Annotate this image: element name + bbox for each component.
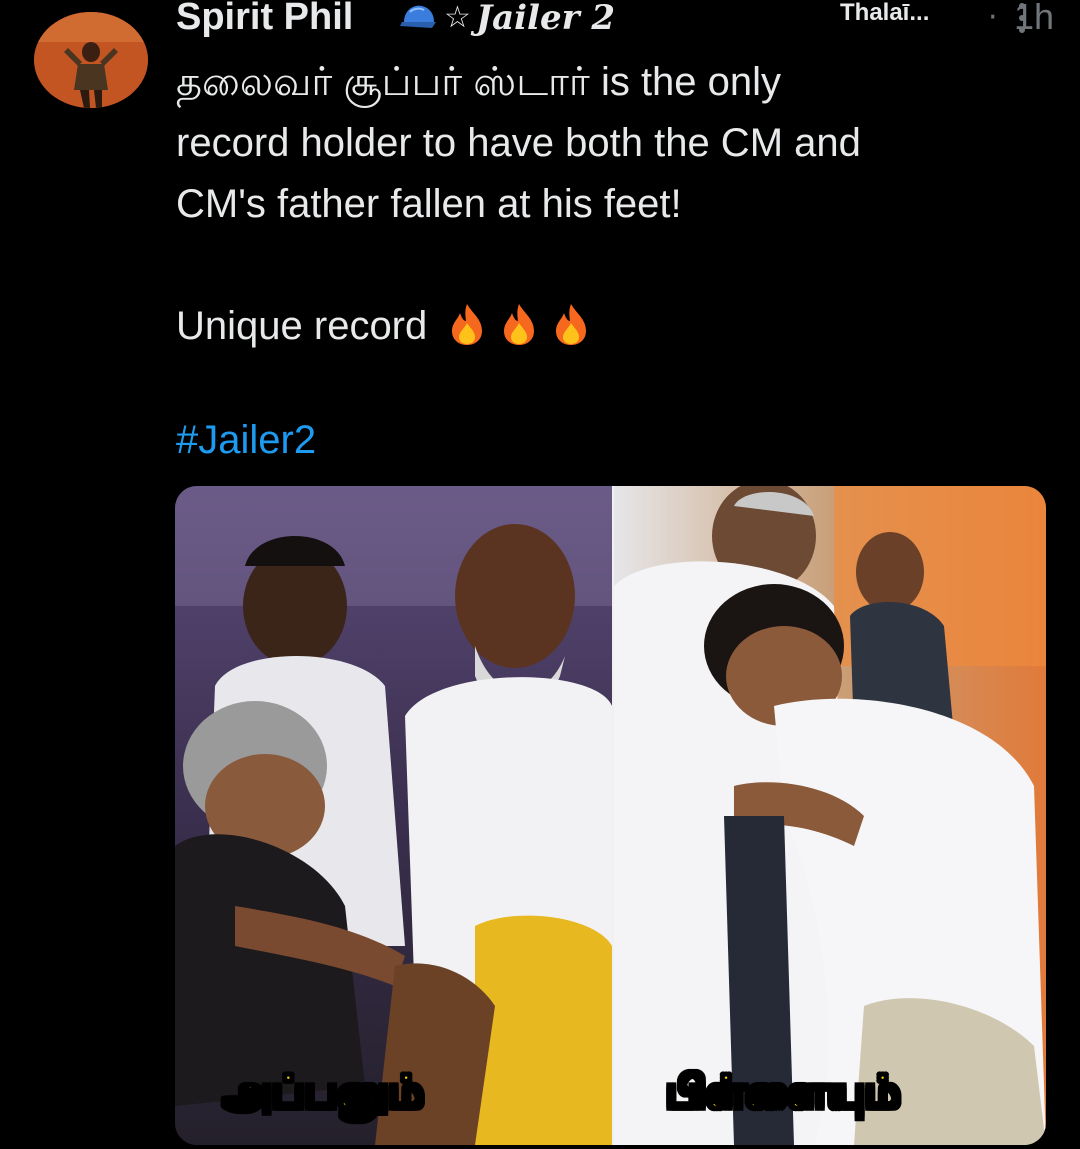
tweet-text-line-1: தலைவர் சூப்பர் ஸ்டார் is the only <box>176 60 782 104</box>
meme-panel-right: பிள்ளையும் <box>614 486 1046 1145</box>
closing-text: Unique record <box>176 304 428 348</box>
tweet-text-line-2: record holder to have both the CM and <box>176 121 861 165</box>
truncated-tag: Thalaī... <box>840 0 930 26</box>
badge-text: Jailer 2 <box>476 0 615 38</box>
avatar[interactable] <box>34 12 148 108</box>
avatar-image <box>34 12 148 108</box>
tweet-header: Spirit Phil ☆ Jailer 2 Thalaī... · 1h <box>176 0 1056 40</box>
meme-caption-left: அப்பனும் <box>222 1066 424 1119</box>
hashtag-link[interactable]: #Jailer2 <box>176 410 316 471</box>
meme-panel-left: அப்பனும் <box>175 486 612 1145</box>
meme-photo-right <box>614 486 1046 1145</box>
display-name[interactable]: Spirit Phil <box>176 0 353 40</box>
tweet-text: தலைவர் சூப்பர் ஸ்டார் is the only record… <box>176 52 1056 357</box>
star-icon: ☆ <box>444 0 471 35</box>
blue-cap-icon <box>400 5 436 28</box>
separator: · <box>988 0 998 35</box>
meme-caption-right: பிள்ளையும் <box>665 1066 901 1119</box>
meme-photo-left <box>175 486 612 1145</box>
tweet-media[interactable]: அப்பனும் பிள்ளையும் <box>175 486 1046 1145</box>
fire-icon <box>452 304 483 345</box>
fire-icon <box>556 304 587 345</box>
fire-icon <box>504 304 535 345</box>
closing-line: Unique record <box>176 296 1056 357</box>
more-vertical-icon[interactable] <box>1010 0 1034 36</box>
tweet-text-line-3: CM's father fallen at his feet! <box>176 182 682 226</box>
